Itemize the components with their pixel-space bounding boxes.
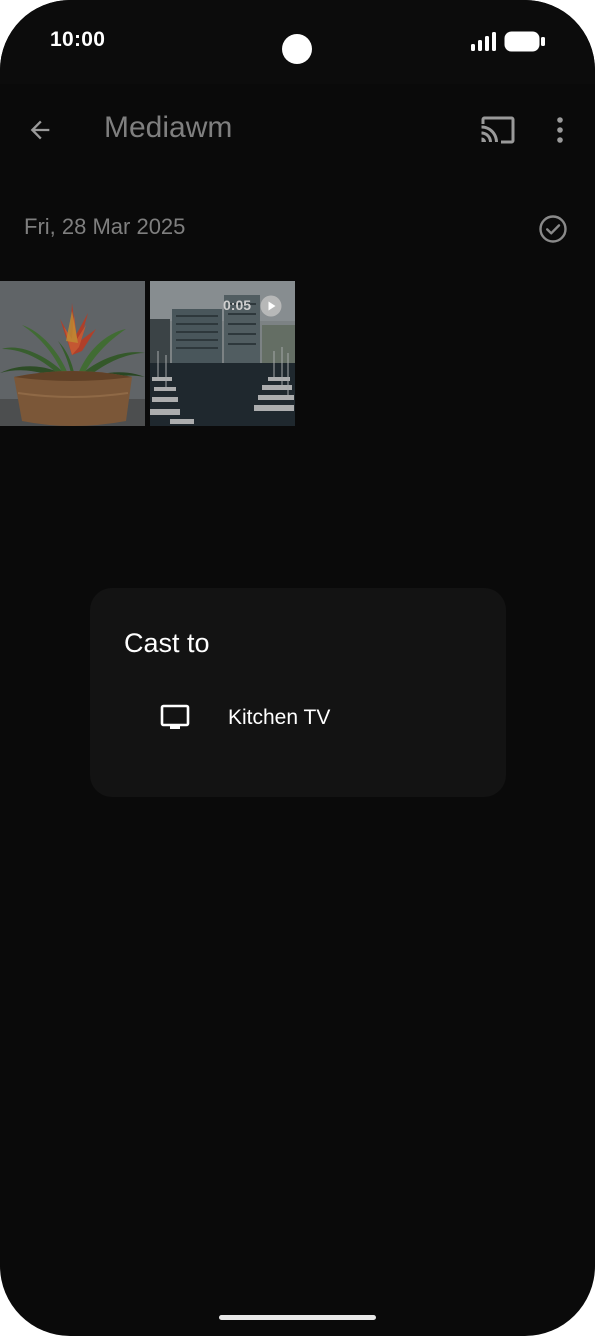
tv-icon bbox=[160, 704, 190, 729]
cast-device-label: Kitchen TV bbox=[228, 706, 331, 729]
photo-thumbnail-plant[interactable] bbox=[0, 281, 145, 426]
app-title: Mediawm bbox=[104, 111, 233, 144]
status-bar: 10:00 bbox=[0, 0, 595, 84]
cast-dialog-title: Cast to bbox=[124, 628, 210, 658]
status-time: 10:00 bbox=[50, 28, 106, 51]
signal-icon bbox=[471, 32, 496, 51]
phone-screen: 10:00 Mediawm Fri, 28 Mar 2025 0:05 Cast… bbox=[0, 0, 595, 1336]
potted-plant-image bbox=[0, 281, 145, 426]
select-all-button[interactable] bbox=[533, 209, 573, 249]
battery-icon bbox=[504, 31, 545, 52]
app-bar: Mediawm bbox=[0, 84, 595, 176]
back-arrow-icon bbox=[30, 120, 50, 140]
date-header: Fri, 28 Mar 2025 bbox=[24, 214, 186, 239]
play-icon bbox=[260, 295, 282, 317]
cast-button[interactable] bbox=[476, 108, 520, 152]
video-thumbnail-marina[interactable]: 0:05 bbox=[150, 281, 295, 426]
video-duration: 0:05 bbox=[223, 297, 252, 313]
cast-device-kitchen-tv[interactable]: Kitchen TV bbox=[90, 686, 506, 750]
home-indicator[interactable] bbox=[219, 1315, 376, 1320]
cast-icon bbox=[481, 116, 515, 144]
back-button[interactable] bbox=[18, 108, 62, 152]
check-circle-icon bbox=[539, 215, 567, 243]
more-vert-icon bbox=[557, 117, 563, 143]
more-options-button[interactable] bbox=[540, 108, 580, 152]
cast-dialog: Cast to Kitchen TV bbox=[90, 588, 506, 797]
front-camera bbox=[282, 34, 312, 64]
